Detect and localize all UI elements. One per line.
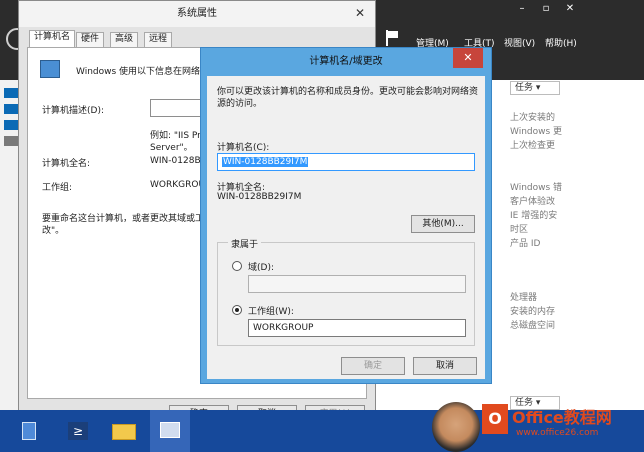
notifications-flag-icon[interactable] <box>385 30 399 46</box>
computer-name-domain-dialog: 计算机名/域更改 ✕ 你可以更改该计算机的名称和成员身份。更改可能会影响对网络资… <box>200 47 492 384</box>
file-explorer-taskbar-icon[interactable] <box>104 410 144 452</box>
member-of-label: 隶属于 <box>228 237 262 250</box>
dashboard-icon[interactable] <box>4 88 18 98</box>
full-name-value: WIN-0128BB29I7M <box>217 192 302 202</box>
computer-name-label: 计算机名(C): <box>217 143 270 153</box>
dialog-intro: 源的访问。 <box>217 99 263 109</box>
tasks-dropdown-top[interactable]: 任务 ▾ <box>510 81 560 95</box>
powershell-taskbar-icon[interactable]: ≥ <box>58 410 98 452</box>
domain-label: 域(D): <box>248 263 274 273</box>
full-name-value: WIN-0128BB <box>150 156 207 166</box>
workgroup-value: WORKGROU <box>150 180 206 190</box>
computer-name-value: WIN-0128BB29I7M <box>222 157 309 167</box>
office-logo-icon: O <box>482 404 508 434</box>
property-label: 总磁盘空间 <box>510 321 556 331</box>
menu-help[interactable]: 帮助(H) <box>545 36 577 49</box>
intro-text: Windows 使用以下信息在网络 <box>76 67 201 77</box>
dialog-body: 你可以更改该计算机的名称和成员身份。更改可能会影响对网络资 源的访问。 计算机名… <box>207 76 485 379</box>
cancel-button[interactable]: 取消 <box>413 357 477 375</box>
watermark-title: Office教程网 <box>512 408 612 427</box>
property-label: 上次安装的 <box>510 113 556 123</box>
workgroup-label: 工作组: <box>42 183 73 193</box>
dialog-title: 计算机名/域更改 <box>309 56 383 67</box>
watermark-url: www.office26.com <box>516 428 599 438</box>
example-text: Server"。 <box>150 143 193 153</box>
close-icon[interactable]: ✕ <box>351 5 369 21</box>
close-icon[interactable]: ✕ <box>560 2 580 16</box>
workgroup-radio[interactable] <box>232 305 242 315</box>
close-icon[interactable]: ✕ <box>453 48 483 68</box>
system-properties-title: 系统属性 <box>19 1 375 27</box>
description-label: 计算机描述(D): <box>42 106 104 116</box>
property-label: 客户体验改 <box>510 197 556 207</box>
domain-input[interactable] <box>248 275 466 293</box>
rename-instructions: 改"。 <box>42 226 65 236</box>
computer-name-input[interactable]: WIN-0128BB29I7M <box>217 153 475 171</box>
local-server-icon[interactable] <box>4 104 18 114</box>
maximize-icon[interactable]: ▫ <box>536 2 556 16</box>
property-label: 时区 <box>510 225 529 235</box>
minimize-icon[interactable]: – <box>512 2 532 16</box>
tab-hardware[interactable]: 硬件 <box>76 32 105 47</box>
property-label: 安装的内存 <box>510 307 556 317</box>
system-properties-taskbar-icon[interactable] <box>150 410 190 452</box>
property-label: IE 增强的安 <box>510 211 558 221</box>
tab-remote[interactable]: 远程 <box>144 32 173 47</box>
full-name-label: 计算机全名: <box>42 159 91 169</box>
all-servers-icon[interactable] <box>4 120 18 130</box>
property-label: Windows 错 <box>510 183 563 193</box>
server-manager-taskbar-icon[interactable] <box>10 410 50 452</box>
file-services-icon[interactable] <box>4 136 18 146</box>
property-label: Windows 更 <box>510 127 563 137</box>
tab-computer-name[interactable]: 计算机名 <box>29 30 76 48</box>
property-label: 产品 ID <box>510 239 541 249</box>
property-label: 上次检查更 <box>510 141 556 151</box>
more-button[interactable]: 其他(M)... <box>411 215 475 233</box>
avatar <box>432 402 480 452</box>
property-label: 处理器 <box>510 293 538 303</box>
domain-radio[interactable] <box>232 261 242 271</box>
tab-advanced[interactable]: 高级 <box>110 32 139 47</box>
computer-icon <box>40 60 60 78</box>
workgroup-label: 工作组(W): <box>248 307 294 317</box>
rename-instructions: 要重命名这台计算机，或者更改其域或工 <box>42 214 205 224</box>
workgroup-input[interactable]: WORKGROUP <box>248 319 466 337</box>
member-of-group: 隶属于 域(D): 工作组(W): WORKGROUP <box>217 237 475 346</box>
ok-button[interactable]: 确定 <box>341 357 405 375</box>
menu-view[interactable]: 视图(V) <box>504 36 535 49</box>
